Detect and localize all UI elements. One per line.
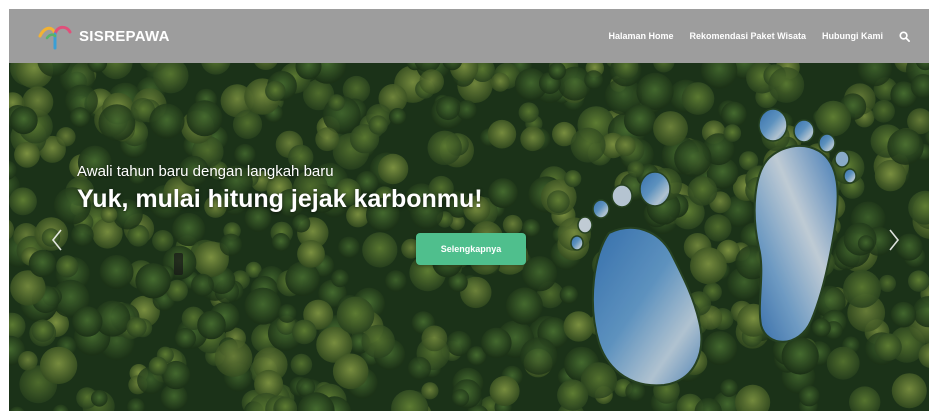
hero-title: Yuk, mulai hitung jejak karbonmu! bbox=[77, 185, 483, 213]
brand[interactable]: SISREPAWA bbox=[37, 9, 170, 63]
brand-name: SISREPAWA bbox=[79, 27, 170, 45]
chevron-left-icon[interactable] bbox=[47, 226, 67, 254]
chevron-right-icon[interactable] bbox=[884, 226, 904, 254]
main-nav: Halaman Home Rekomendasi Paket Wisata Hu… bbox=[593, 29, 912, 43]
page-frame: SISREPAWA Halaman Home Rekomendasi Paket… bbox=[9, 9, 929, 411]
hero-slider: Awali tahun baru dengan langkah baru Yuk… bbox=[9, 63, 929, 411]
tree-swirl-logo-icon bbox=[38, 25, 72, 50]
chevron-left-glyph bbox=[51, 229, 62, 251]
hero-caption: Awali tahun baru dengan langkah baru Yuk… bbox=[77, 163, 483, 215]
hero-subtitle: Awali tahun baru dengan langkah baru bbox=[77, 163, 334, 180]
nav-link-home[interactable]: Halaman Home bbox=[609, 31, 674, 41]
navbar: SISREPAWA Halaman Home Rekomendasi Paket… bbox=[9, 9, 929, 63]
search-icon[interactable] bbox=[897, 29, 911, 43]
nav-link-hubungi-kami[interactable]: Hubungi Kami bbox=[822, 31, 883, 41]
chevron-right-glyph bbox=[889, 229, 900, 251]
search-icon-glyph bbox=[898, 30, 910, 42]
nav-link-rekomendasi-paket-wisata[interactable]: Rekomendasi Paket Wisata bbox=[690, 31, 806, 41]
selengkapnya-button[interactable]: Selengkapnya bbox=[416, 233, 526, 265]
